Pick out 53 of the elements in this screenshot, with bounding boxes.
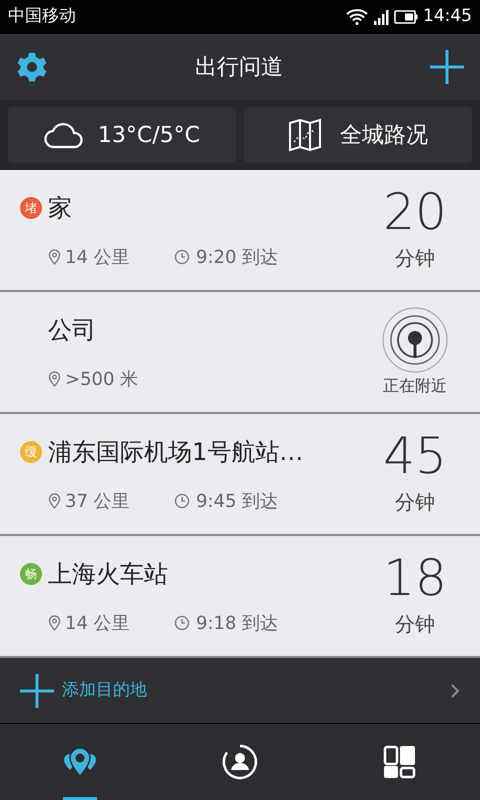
destination-name: 浦东国际机场1号航站… bbox=[48, 436, 304, 468]
add-icon[interactable] bbox=[430, 50, 464, 84]
traffic-card[interactable]: 全城路况 bbox=[244, 107, 472, 163]
chevron-right-icon bbox=[450, 682, 460, 698]
distance-text: 14 公里 bbox=[65, 612, 130, 636]
traffic-badge: 畅 bbox=[20, 562, 42, 584]
location-pin-icon bbox=[48, 615, 61, 631]
cloud-icon bbox=[44, 121, 84, 149]
minutes-unit: 分钟 bbox=[395, 245, 435, 272]
arrival-time: 9:20 到达 bbox=[196, 246, 278, 270]
destination-name: 公司 bbox=[48, 314, 96, 346]
traffic-label: 全城路况 bbox=[340, 122, 428, 150]
add-destination-label: 添加目的地 bbox=[62, 678, 148, 702]
location-pin-icon bbox=[48, 371, 61, 387]
minutes-unit: 分钟 bbox=[395, 611, 435, 638]
carrier-name: 中国移动 bbox=[8, 5, 76, 28]
minutes-value: 18 bbox=[383, 553, 447, 603]
arrival-time: 9:45 到达 bbox=[196, 490, 278, 514]
destination-name: 家 bbox=[48, 192, 72, 224]
nearby-signal-icon bbox=[381, 306, 449, 374]
destination-card[interactable]: 畅 上海火车站 14 公里 9:18 到达 18 分钟 bbox=[0, 536, 480, 658]
minutes-value: 45 bbox=[383, 431, 447, 481]
traffic-badge: 缓 bbox=[20, 440, 42, 462]
user-icon bbox=[222, 744, 258, 780]
nearby-label: 正在附近 bbox=[383, 375, 447, 397]
destination-name: 上海火车站 bbox=[48, 558, 168, 590]
distance-text: >500 米 bbox=[65, 368, 138, 392]
distance-text: 14 公里 bbox=[65, 246, 130, 270]
minutes-value: 20 bbox=[383, 187, 447, 237]
app-title: 出行问道 bbox=[195, 54, 283, 82]
location-pin-icon bbox=[48, 493, 61, 509]
add-icon bbox=[20, 674, 54, 708]
clock-time: 14:45 bbox=[423, 5, 472, 28]
clock-icon bbox=[174, 493, 190, 509]
battery-icon bbox=[394, 10, 418, 24]
grid-icon bbox=[383, 745, 417, 779]
map-icon bbox=[288, 118, 322, 152]
selected-indicator bbox=[63, 797, 97, 800]
settings-icon[interactable] bbox=[16, 51, 48, 83]
temperature-text: 13°C/5°C bbox=[98, 122, 200, 150]
minutes-unit: 分钟 bbox=[395, 489, 435, 516]
distance-text: 37 公里 bbox=[65, 490, 130, 514]
wifi-icon bbox=[346, 9, 368, 25]
signal-icon bbox=[373, 9, 389, 25]
location-pin-icon bbox=[48, 249, 61, 265]
destination-card[interactable]: 堵 家 14 公里 9:20 到达 20 分钟 bbox=[0, 170, 480, 292]
clock-icon bbox=[174, 615, 190, 631]
clock-icon bbox=[174, 249, 190, 265]
arrival-time: 9:18 到达 bbox=[196, 612, 278, 636]
destination-card[interactable]: 公司 >500 米 正在附近 bbox=[0, 292, 480, 414]
destination-card[interactable]: 缓 浦东国际机场1号航站… 37 公里 9:45 到达 45 分钟 bbox=[0, 414, 480, 536]
weather-card[interactable]: 13°C/5°C bbox=[8, 107, 236, 163]
traffic-badge: 堵 bbox=[20, 196, 42, 218]
